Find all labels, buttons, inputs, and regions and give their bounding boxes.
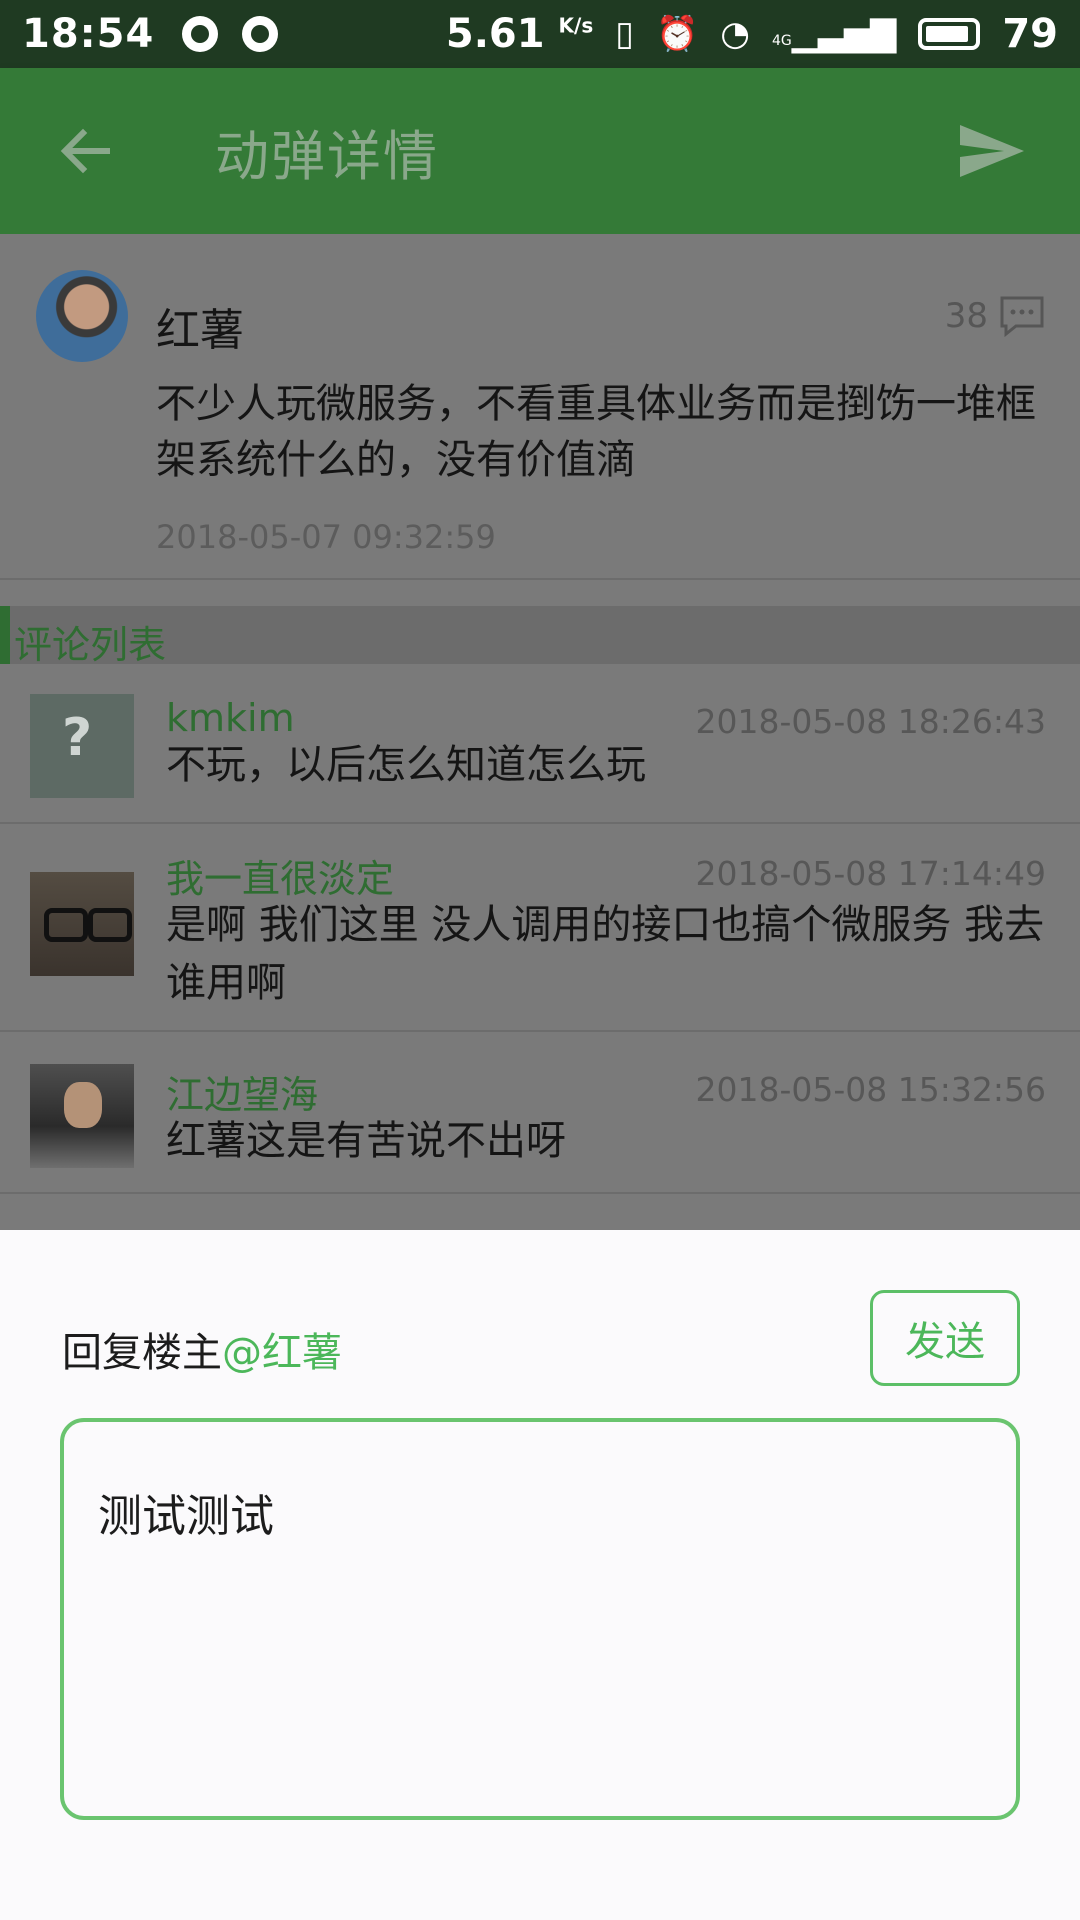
comment-text: 是啊 我们这里 没人调用的接口也搞个微服务 我去谁用啊: [166, 902, 1045, 1006]
comment-time: 2018-05-08 17:14:49: [695, 854, 1046, 893]
alarm-icon: ⏰: [655, 14, 699, 54]
list-item[interactable]: 我一直很淡定 2018-05-08 17:14:49 是啊 我们这里 没人调用的…: [0, 826, 1080, 1032]
notification-icon: [182, 16, 219, 52]
comment-text: 红薯这是有苦说不出呀: [166, 1118, 566, 1164]
page-title: 动弹详情: [215, 124, 439, 188]
vibrate-icon: ▯: [615, 14, 634, 54]
battery-level: 79: [1002, 11, 1058, 57]
send-button[interactable]: 发送: [870, 1290, 1020, 1386]
section-accent-bar: [0, 606, 10, 664]
battery-icon: [918, 18, 981, 50]
post-author[interactable]: 红薯: [156, 294, 244, 358]
list-item[interactable]: ? kmkim 2018-05-08 18:26:43 不玩，以后怎么知道怎么玩: [0, 666, 1080, 824]
section-title: 评论列表: [14, 623, 167, 667]
comment-text: 不玩，以后怎么知道怎么玩: [166, 742, 646, 788]
arrow-left-icon[interactable]: [55, 121, 115, 181]
wifi-icon: ◔: [720, 14, 750, 54]
comment-author[interactable]: 我一直很淡定: [166, 848, 394, 903]
content-area: 红薯 38 不少人玩微服务，不看重具体业务而是捯饬一堆框架系统什么的，没有价值滴…: [0, 234, 1080, 1230]
signal-icon: 4G▁▃▅▇: [771, 14, 897, 54]
comment-author[interactable]: kmkim: [166, 696, 295, 740]
app-notification-icon: [242, 16, 279, 52]
reply-label: 回复楼主@红薯: [62, 1330, 342, 1376]
avatar[interactable]: ?: [30, 694, 134, 798]
list-item[interactable]: 江边望海 2018-05-08 15:32:56 红薯这是有苦说不出呀: [0, 1034, 1080, 1194]
comment-count: 38: [944, 296, 988, 336]
post-time: 2018-05-07 09:32:59: [156, 518, 496, 556]
reply-target: @红薯: [222, 1330, 342, 1376]
comments-header: 评论列表: [0, 606, 1080, 667]
status-time: 18:54: [22, 11, 155, 57]
network-speed: 5.61 K/s: [445, 11, 594, 57]
comment-icon[interactable]: [998, 294, 1046, 338]
avatar[interactable]: [36, 270, 128, 362]
reply-sheet: 回复楼主@红薯 发送 测试测试: [0, 1230, 1080, 1920]
avatar[interactable]: [30, 872, 134, 976]
toolbar: 动弹详情: [0, 68, 1080, 234]
status-bar: 18:54 5.61 K/s ▯ ⏰ ◔ 4G▁▃▅▇ 79: [0, 0, 1080, 68]
send-icon[interactable]: [956, 121, 1028, 181]
avatar[interactable]: [30, 1064, 134, 1168]
comment-time: 2018-05-08 15:32:56: [695, 1070, 1046, 1109]
post-text: 不少人玩微服务，不看重具体业务而是捯饬一堆框架系统什么的，没有价值滴: [156, 381, 1036, 483]
post-card: 红薯 38 不少人玩微服务，不看重具体业务而是捯饬一堆框架系统什么的，没有价值滴…: [0, 234, 1080, 580]
comment-author[interactable]: 江边望海: [166, 1064, 318, 1119]
unknown-user-icon: ?: [62, 708, 93, 768]
reply-input[interactable]: 测试测试: [60, 1418, 1020, 1820]
